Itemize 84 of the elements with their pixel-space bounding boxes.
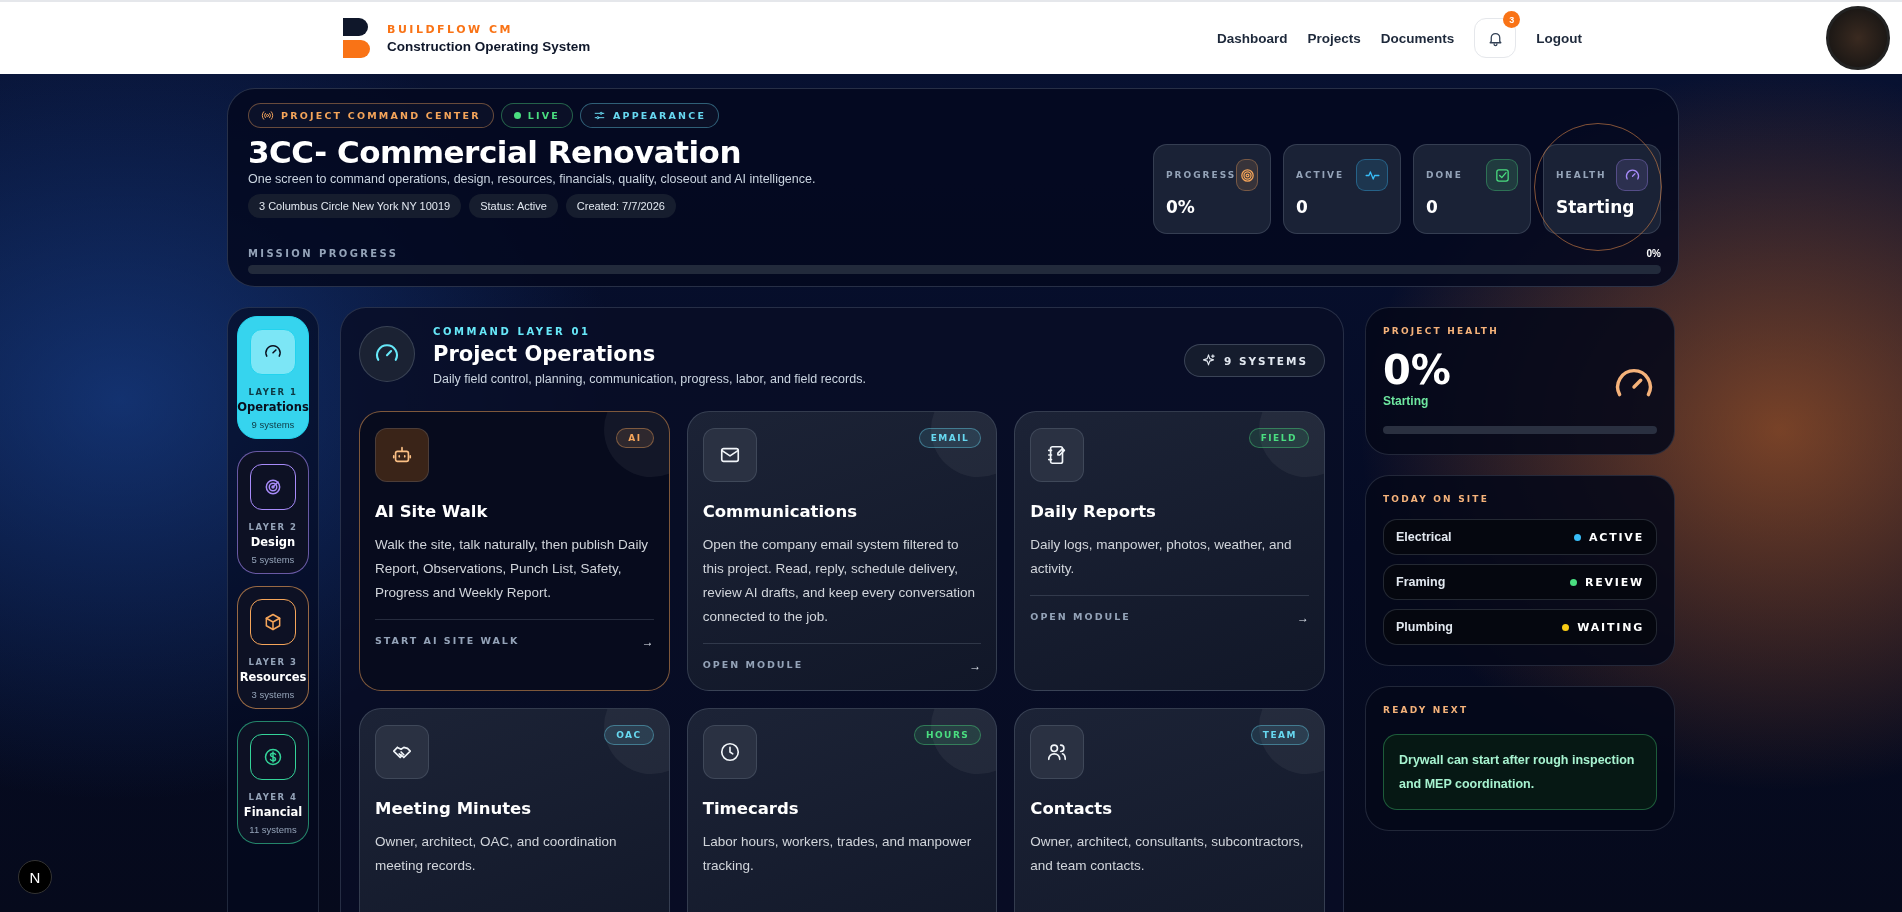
checkbox-icon: [1493, 166, 1511, 184]
panel-label: PROJECT HEALTH: [1383, 326, 1500, 336]
broadcast-icon: [261, 109, 274, 122]
stat-label: DONE: [1426, 170, 1463, 180]
sliders-icon: [592, 109, 606, 122]
dollar-icon: [263, 747, 283, 767]
banner-chip: PROJECT COMMAND CENTER: [248, 103, 494, 128]
target-icon: [1238, 166, 1256, 184]
layer-eyebrow: COMMAND LAYER 01: [433, 326, 592, 337]
notification-count: 3: [1503, 11, 1521, 28]
progress-reading: 0%: [1646, 248, 1661, 259]
panel-description: Daily field control, planning, communication, progress, labor, and field records.: [433, 372, 866, 386]
systems-count: 9 SYSTEMS: [1183, 344, 1325, 377]
ready-note: Drywall can start after rough inspection and MEP coordination.: [1383, 734, 1657, 810]
arrow-icon: →: [641, 635, 654, 649]
stat-label: PROGRESS: [1166, 170, 1237, 180]
project-meta: Created: 7/7/2026: [565, 194, 676, 218]
progress-label: MISSION PROGRESS: [248, 248, 399, 259]
module-description: Walk the site, talk naturally, then publish Daily Report, Observations, Punch List, Safety, Progress and Weekly Report.: [375, 536, 650, 602]
module-tag: AI: [616, 428, 654, 448]
layer-tab[interactable]: LAYER 2 Design 5 systems: [237, 451, 309, 574]
people-icon: [1046, 741, 1069, 763]
status-dot: [513, 112, 521, 119]
stat-label: HEALTH: [1556, 170, 1607, 180]
module-title: AI Site Walk: [375, 502, 489, 521]
sparkle-icon: [1200, 353, 1216, 368]
module-description: Open the company email system filtered to this project. Read, reply, schedule delivery, review AI drafts, and keep every conversation connected to the job.: [702, 536, 977, 626]
project-meta: 3 Columbus Circle New York NY 10019: [248, 194, 462, 218]
stat-value: 0%: [1166, 197, 1196, 217]
dev-badge[interactable]: N: [18, 860, 52, 894]
trade-name: Electrical: [1396, 530, 1452, 544]
module-description: Daily logs, manpower, photos, weather, and activity.: [1030, 536, 1293, 578]
banner-chip[interactable]: APPEARANCE: [579, 103, 720, 128]
logout-link[interactable]: Logout: [1536, 30, 1582, 46]
panel-label: TODAY ON SITE: [1383, 494, 1491, 504]
project-subtitle: One screen to command operations, design, resources, financials, quality, closeout and AI intelligence.: [248, 172, 817, 186]
module-title: Contacts: [1030, 799, 1114, 818]
logo-icon: [343, 18, 373, 58]
panel-label: READY NEXT: [1383, 705, 1470, 715]
module-title: Communications: [702, 502, 858, 521]
trade-status: REVIEW: [1584, 575, 1644, 589]
brand-tagline: Construction Operating System: [387, 38, 591, 54]
notification-button[interactable]: [1474, 18, 1517, 58]
nav-link[interactable]: Projects: [1307, 30, 1361, 46]
module-action-link[interactable]: START AI SITE WALK: [375, 635, 520, 649]
layer-tab[interactable]: LAYER 1 Operations 9 systems: [237, 316, 309, 439]
trade-name: Plumbing: [1396, 620, 1453, 634]
project-title: 3CC- Commercial Renovation: [248, 134, 742, 170]
module-tag: OAC: [604, 725, 654, 745]
trade-name: Framing: [1396, 575, 1446, 589]
module-tag: TEAM: [1250, 725, 1309, 745]
module-tag: HOURS: [913, 725, 982, 745]
module-description: Owner, architect, OAC, and coordination meeting records.: [375, 833, 618, 875]
module-description: Labor hours, workers, trades, and manpower tracking.: [702, 833, 973, 875]
stat-label: ACTIVE: [1296, 170, 1345, 180]
trade-status: ACTIVE: [1589, 530, 1644, 544]
module-tag: EMAIL: [918, 428, 982, 448]
stat-value: 0: [1296, 197, 1309, 217]
stat-value: Starting: [1556, 197, 1636, 217]
nav-link[interactable]: Documents: [1380, 30, 1455, 46]
live-indicator: LIVE: [500, 103, 573, 128]
module-title: Daily Reports: [1030, 502, 1157, 521]
module-action-link[interactable]: OPEN MODULE: [702, 659, 804, 673]
trade-status: WAITING: [1577, 620, 1644, 634]
health-value: 0%: [1383, 350, 1451, 390]
clock-icon: [718, 741, 741, 763]
stat-value: 0: [1426, 197, 1439, 217]
project-meta: Status: Active: [469, 194, 558, 218]
module-tag: FIELD: [1248, 428, 1309, 448]
radar-icon: [263, 477, 283, 497]
layer-tab[interactable]: LAYER 3 Resources 3 systems: [237, 586, 309, 709]
arrow-icon: →: [969, 659, 982, 673]
layer-tab[interactable]: LAYER 4 Financial 11 systems: [237, 721, 309, 844]
brand-name: BUILDFLOW CM: [387, 22, 514, 36]
health-status: Starting: [1383, 394, 1430, 408]
module-description: Owner, architect, consultants, subcontractors, and team contacts.: [1030, 833, 1305, 875]
arrow-icon: →: [1297, 611, 1309, 625]
avatar[interactable]: [1826, 6, 1890, 70]
module-title: Timecards: [702, 799, 800, 818]
module-title: Meeting Minutes: [375, 799, 533, 818]
panel-title: Project Operations: [433, 342, 657, 366]
nav-link[interactable]: Dashboard: [1216, 30, 1288, 46]
module-action-link[interactable]: OPEN MODULE: [1030, 611, 1131, 625]
box-icon: [263, 612, 283, 632]
